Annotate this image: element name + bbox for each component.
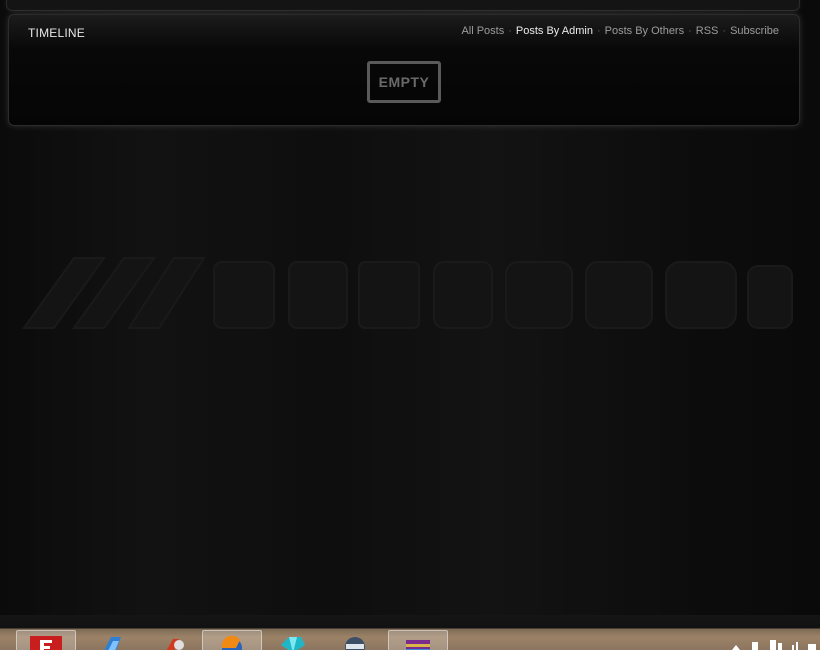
filter-posts-by-others[interactable]: Posts By Others [605,25,684,37]
timeline-panel: TIMELINE All Posts · Posts By Admin · Po… [8,14,800,126]
taskbar-button[interactable] [144,630,202,650]
media-app-icon [104,637,121,650]
firefox-icon [221,635,242,650]
filter-subscribe[interactable]: Subscribe [730,25,779,37]
taskbar-button[interactable] [202,630,262,650]
red-app-icon [166,639,184,650]
filter-posts-by-admin[interactable]: Posts By Admin [516,25,593,37]
system-tray-icons[interactable] [730,639,820,650]
filter-all-posts[interactable]: All Posts [461,25,504,37]
filter-rss[interactable]: RSS [696,25,719,37]
flash-app-icon [30,636,62,650]
empty-state-label: EMPTY [367,61,441,103]
previous-panel-bottom [6,0,800,11]
taskbar-button[interactable] [262,630,320,650]
background-logo-icon [22,257,793,329]
filter-separator: · [596,25,601,37]
taskbar-button[interactable] [388,630,448,650]
windows-taskbar [0,615,820,650]
disc-app-icon [345,637,365,650]
winrar-icon [406,640,430,650]
filter-separator: · [722,25,727,37]
taskbar-button[interactable] [326,630,384,650]
filter-separator: · [688,25,692,37]
timeline-filters: All Posts · Posts By Admin · Posts By Ot… [461,25,779,37]
filter-separator: · [508,25,512,37]
taskbar-button[interactable] [16,630,76,650]
diamond-app-icon [281,637,305,650]
page: TIMELINE All Posts · Posts By Admin · Po… [0,0,820,650]
taskbar-button[interactable] [80,630,138,650]
timeline-title: TIMELINE [28,26,85,40]
